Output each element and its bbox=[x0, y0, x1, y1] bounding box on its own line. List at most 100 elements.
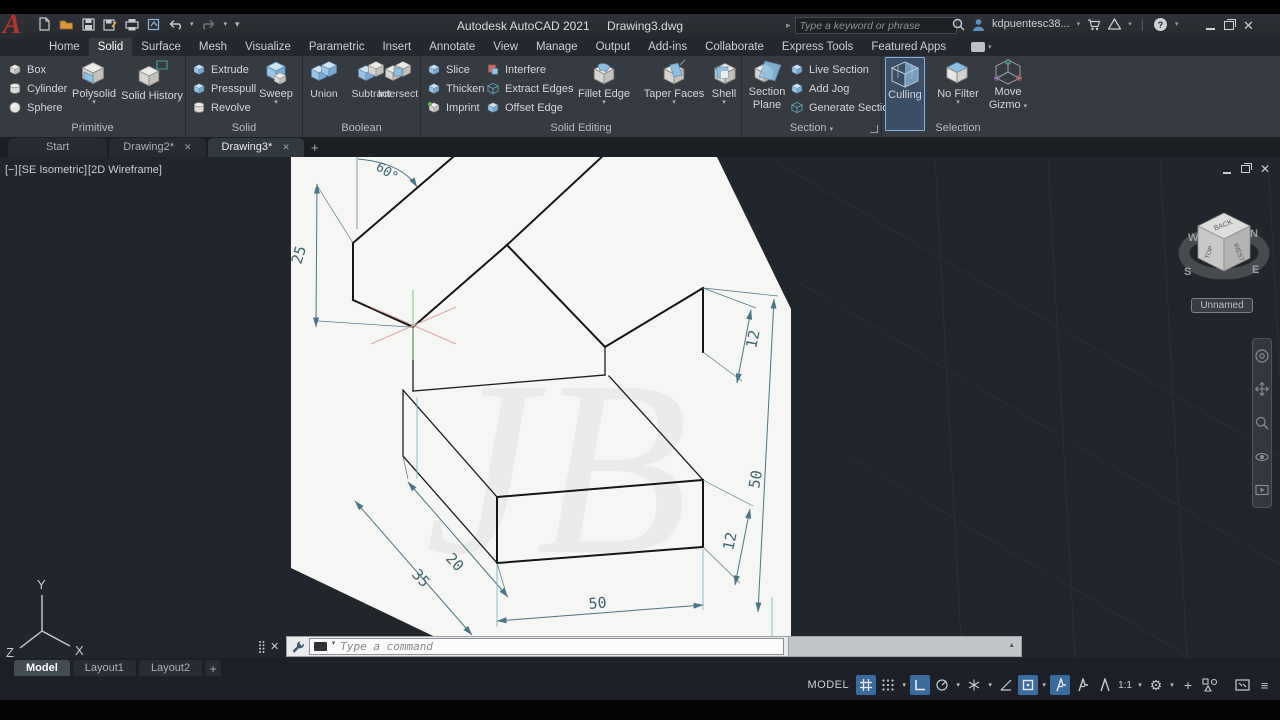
user-avatar-icon[interactable] bbox=[972, 18, 985, 31]
compass-east[interactable]: E bbox=[1252, 264, 1259, 276]
tab-annotate[interactable]: Annotate bbox=[420, 38, 484, 56]
viewport-view-control[interactable]: [SE Isometric] bbox=[19, 164, 87, 176]
imprint-button[interactable]: Imprint bbox=[427, 98, 485, 117]
new-file-icon[interactable] bbox=[38, 17, 51, 31]
help-icon[interactable]: ? bbox=[1153, 17, 1168, 32]
drawing-canvas[interactable]: JB 60° 25 12 50 12 50 20 35 bbox=[0, 116, 1280, 720]
new-drawing-tab-button[interactable] bbox=[306, 138, 324, 157]
navigation-bar[interactable] bbox=[1252, 338, 1272, 508]
annotation-visibility-toggle[interactable] bbox=[1050, 675, 1071, 695]
annotation-scale-icon-button[interactable] bbox=[1094, 675, 1114, 695]
user-dropdown-caret[interactable]: ▾ bbox=[1077, 20, 1081, 28]
undo-dropdown-caret[interactable]: ▾ bbox=[190, 20, 194, 28]
customization-menu-icon[interactable]: ≡ bbox=[1254, 675, 1274, 695]
undo-icon[interactable] bbox=[168, 18, 182, 30]
cylinder-button[interactable]: Cylinder bbox=[8, 79, 67, 98]
panel-title-solid[interactable]: Solid bbox=[186, 122, 302, 134]
qat-customize-caret[interactable]: ▾ bbox=[235, 19, 240, 30]
save-icon[interactable] bbox=[82, 17, 95, 31]
isolate-objects-button[interactable] bbox=[1200, 675, 1220, 695]
new-layout-button[interactable] bbox=[205, 660, 222, 676]
presspull-button[interactable]: Presspull bbox=[192, 79, 256, 98]
polar-dropdown-caret[interactable] bbox=[954, 681, 962, 689]
panel-title-primitive[interactable]: Primitive bbox=[0, 122, 185, 134]
viewcube[interactable]: W S E N BACK TOP WEST bbox=[1178, 195, 1270, 295]
signed-in-user[interactable]: kdpuentesc38... bbox=[992, 18, 1070, 30]
tab-solid[interactable]: Solid bbox=[88, 38, 133, 56]
close-icon[interactable]: ✕ bbox=[1243, 19, 1254, 32]
close-icon[interactable] bbox=[184, 138, 192, 157]
customize-wrench-icon[interactable] bbox=[291, 640, 305, 653]
viewport-visual-style-control[interactable]: [2D Wireframe] bbox=[88, 164, 162, 176]
view-name-badge[interactable]: Unnamed bbox=[1191, 298, 1253, 313]
clean-screen-button[interactable] bbox=[1232, 675, 1252, 695]
compass-north[interactable]: N bbox=[1250, 228, 1258, 240]
tab-parametric[interactable]: Parametric bbox=[300, 38, 374, 56]
tab-view[interactable]: View bbox=[484, 38, 527, 56]
fillet-edge-button[interactable]: Fillet Edge bbox=[571, 59, 637, 106]
command-drag-handle[interactable] bbox=[258, 640, 265, 654]
health-alert-icon[interactable] bbox=[1108, 18, 1122, 30]
union-button[interactable]: Union bbox=[306, 59, 342, 100]
minimize-icon[interactable] bbox=[1222, 165, 1231, 174]
command-prompt-icon[interactable] bbox=[314, 639, 335, 651]
publish-icon[interactable] bbox=[147, 18, 160, 31]
intersect-button[interactable]: Intersect bbox=[375, 59, 421, 100]
section-dialog-launcher-icon[interactable] bbox=[870, 125, 878, 133]
tab-mesh[interactable]: Mesh bbox=[190, 38, 236, 56]
orbit-icon[interactable] bbox=[1255, 450, 1269, 464]
minimize-icon[interactable] bbox=[1206, 20, 1215, 30]
annotation-scale-value[interactable]: 1:1 bbox=[1116, 680, 1134, 691]
tab-layout2[interactable]: Layout2 bbox=[138, 660, 203, 676]
generate-section-button[interactable]: Generate Section bbox=[790, 98, 895, 117]
sphere-button[interactable]: Sphere bbox=[8, 98, 67, 117]
model-space-indicator[interactable]: MODEL bbox=[807, 679, 849, 691]
open-folder-icon[interactable] bbox=[59, 18, 74, 31]
workspace-gear-icon[interactable]: ⚙ bbox=[1146, 675, 1166, 695]
live-section-button[interactable]: Live Section bbox=[790, 60, 895, 79]
compass-west[interactable]: W bbox=[1188, 232, 1199, 244]
no-filter-button[interactable]: No Filter bbox=[932, 59, 984, 106]
scale-dropdown-caret[interactable] bbox=[1136, 681, 1144, 689]
search-expand-icon[interactable]: ▸ bbox=[786, 20, 791, 31]
revolve-button[interactable]: Revolve bbox=[192, 98, 256, 117]
panel-title-section[interactable]: Section bbox=[742, 122, 881, 134]
search-icon[interactable] bbox=[952, 18, 965, 31]
showmotion-icon[interactable] bbox=[1255, 483, 1269, 497]
autocad-logo-icon[interactable]: A bbox=[3, 10, 21, 38]
file-tab-drawing3[interactable]: Drawing3* bbox=[207, 138, 304, 157]
move-gizmo-button[interactable]: Move Gizmo bbox=[986, 59, 1030, 111]
snap-mode-toggle[interactable] bbox=[878, 675, 898, 695]
solid-history-button[interactable]: Solid History bbox=[120, 59, 184, 102]
compass-south[interactable]: S bbox=[1184, 266, 1191, 278]
tab-manage[interactable]: Manage bbox=[527, 38, 587, 56]
add-jog-button[interactable]: Add Jog bbox=[790, 79, 895, 98]
object-snap-tracking-toggle[interactable] bbox=[996, 675, 1016, 695]
tab-output[interactable]: Output bbox=[587, 38, 640, 56]
command-history-area[interactable] bbox=[789, 636, 1023, 657]
pan-icon[interactable] bbox=[1255, 382, 1269, 397]
search-input[interactable]: Type a keyword or phrase bbox=[794, 17, 957, 34]
restore-icon[interactable] bbox=[1224, 18, 1236, 30]
redo-dropdown-caret[interactable]: ▾ bbox=[224, 20, 228, 28]
interfere-button[interactable]: Interfere bbox=[486, 60, 573, 79]
workspace-dropdown-caret[interactable] bbox=[1168, 681, 1176, 689]
tab-layout1[interactable]: Layout1 bbox=[72, 660, 136, 676]
tab-visualize[interactable]: Visualize bbox=[236, 38, 300, 56]
file-tab-drawing2[interactable]: Drawing2* bbox=[109, 138, 206, 157]
close-icon[interactable] bbox=[282, 138, 290, 157]
viewport-collapse-control[interactable]: [−] bbox=[5, 164, 18, 176]
slice-button[interactable]: Slice bbox=[427, 60, 485, 79]
app-store-cart-icon[interactable] bbox=[1087, 18, 1101, 31]
section-plane-button[interactable]: Section Plane bbox=[746, 59, 788, 111]
customization-plus-icon[interactable]: + bbox=[1178, 675, 1198, 695]
ortho-toggle[interactable] bbox=[910, 675, 931, 695]
tab-insert[interactable]: Insert bbox=[373, 38, 420, 56]
panel-title-boolean[interactable]: Boolean bbox=[303, 122, 420, 134]
close-icon[interactable]: ✕ bbox=[270, 640, 279, 653]
extrude-button[interactable]: Extrude bbox=[192, 60, 256, 79]
restore-icon[interactable] bbox=[1240, 163, 1252, 173]
snap-dropdown-caret[interactable] bbox=[900, 681, 908, 689]
plot-icon[interactable] bbox=[125, 18, 139, 31]
offset-edge-button[interactable]: Offset Edge bbox=[486, 98, 573, 117]
